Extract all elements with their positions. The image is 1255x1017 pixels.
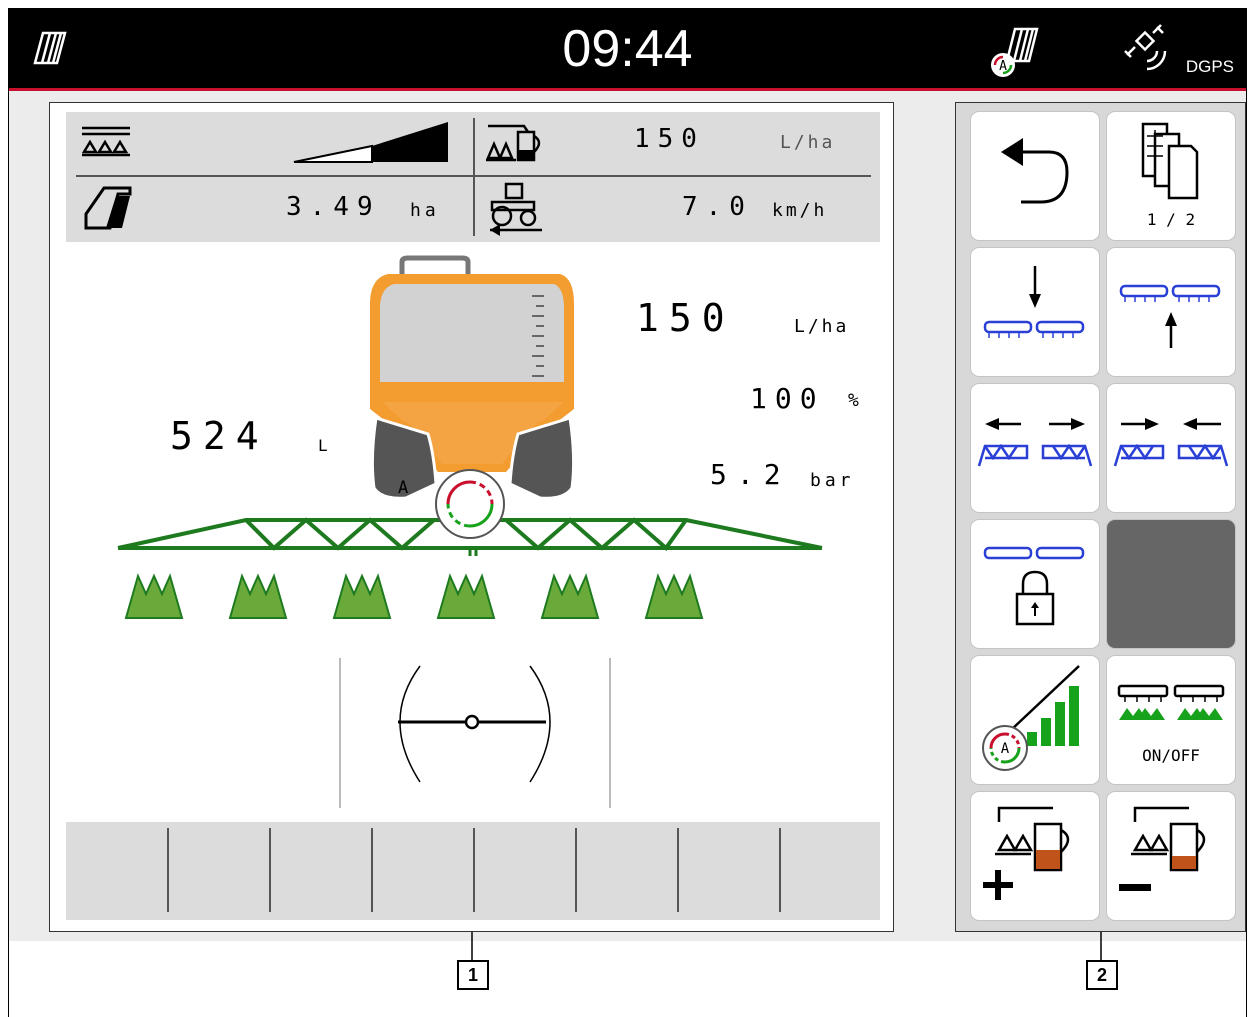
callout-leaders [471, 932, 1102, 960]
callout-1: 1 [457, 960, 489, 990]
callout-2: 2 [1086, 960, 1118, 990]
